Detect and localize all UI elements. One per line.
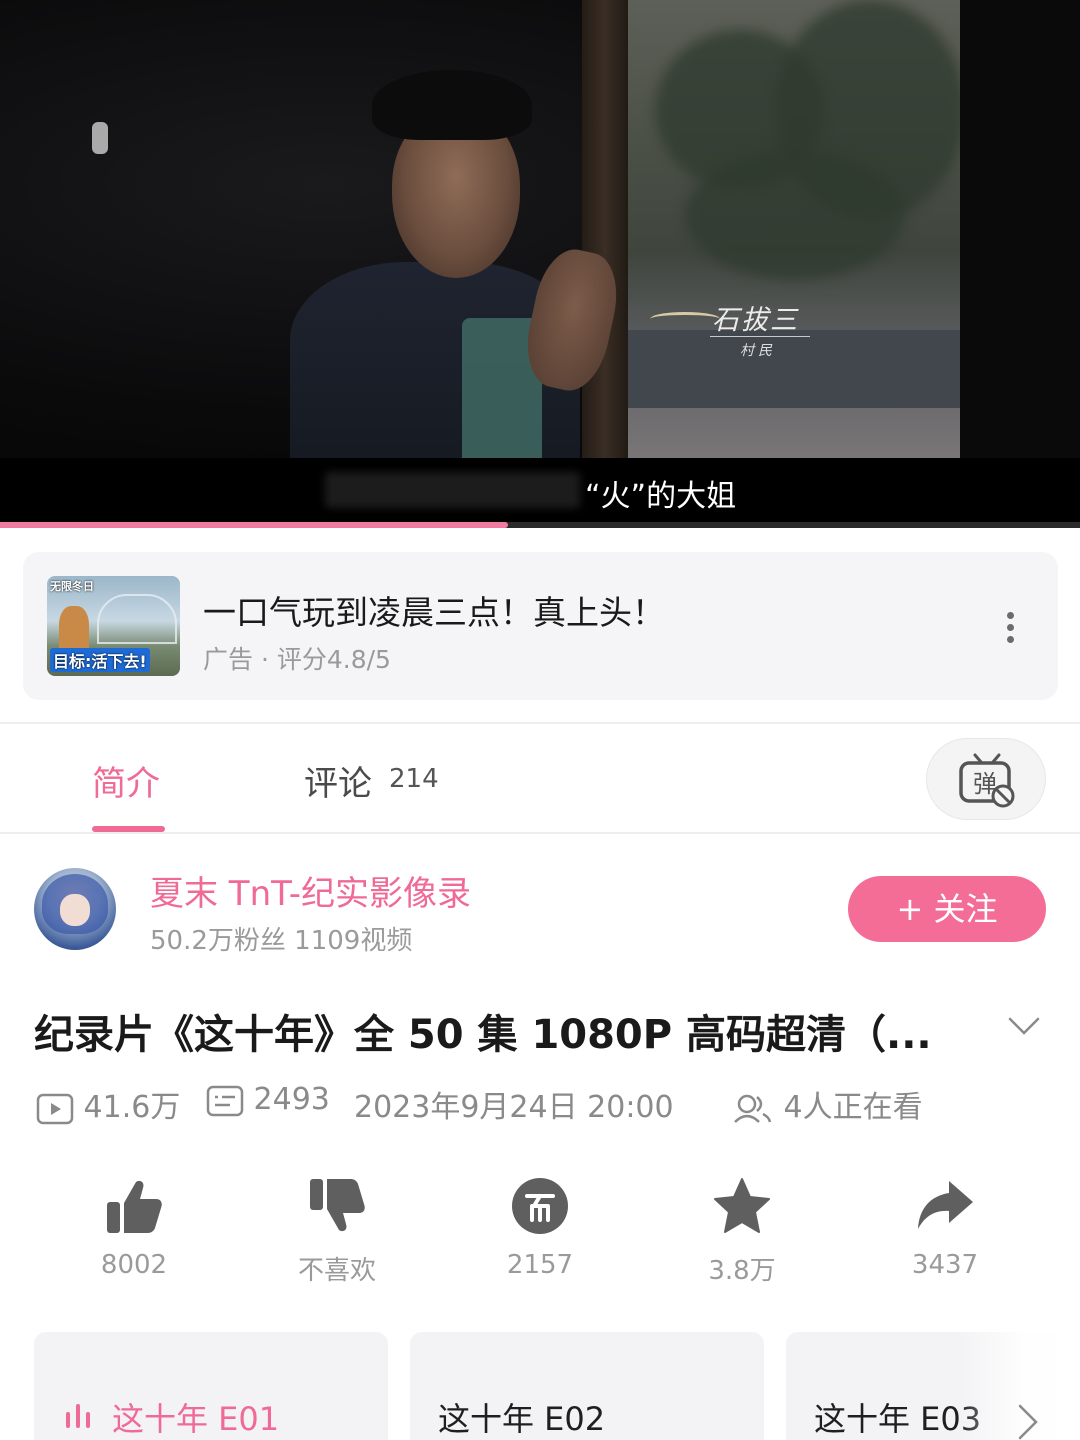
divider: [0, 832, 1080, 834]
coin-count: 2157: [506, 1250, 574, 1280]
favorite-button[interactable]: 3.8万: [672, 1176, 812, 1286]
ad-card[interactable]: 无限冬日 目标:活下去! 一口气玩到凌晨三点！真上头！ 广告 · 评分4.8/5: [23, 552, 1058, 700]
play-count-icon: [36, 1093, 74, 1124]
tab-intro[interactable]: 简介: [92, 756, 160, 805]
video-title: 纪录片《这十年》全 50 集 1080P 高码超清（...: [34, 1012, 932, 1058]
video-player[interactable]: 石拔三 村民 “火”的大姐: [0, 0, 1080, 528]
thumbs-up-icon: [107, 1180, 162, 1233]
views-count: 41.6万: [83, 1090, 181, 1125]
now-playing-icon: [64, 1400, 94, 1430]
dislike-label: 不喜欢: [297, 1256, 376, 1286]
tab-comments[interactable]: 评论: [304, 756, 372, 805]
coin-button[interactable]: 2157: [470, 1176, 610, 1286]
chevron-down-icon[interactable]: [1008, 1016, 1040, 1036]
ad-thumbnail-top-text: 无限冬日: [50, 580, 94, 593]
thumbs-down-icon: [310, 1179, 365, 1232]
subtitle-text: “火”的大姐: [585, 479, 737, 514]
danmaku-count: 2493: [253, 1082, 330, 1117]
scene-roof: [625, 330, 960, 408]
star-icon: [714, 1178, 770, 1233]
more-vertical-icon[interactable]: [997, 608, 1025, 648]
danmaku-count-icon: [206, 1085, 244, 1116]
episode-title: 这十年 E01: [112, 1400, 280, 1438]
person-caption-name: 石拔三: [712, 305, 799, 336]
share-count: 3437: [911, 1250, 979, 1280]
scene-lamp: [92, 122, 108, 154]
video-detail-page: 石拔三 村民 “火”的大姐 无限冬日 目标:活下去! 一口气玩到凌晨三点！真上头…: [0, 0, 1080, 1440]
playback-progress-bar[interactable]: [0, 522, 1080, 528]
share-button[interactable]: 3437: [875, 1176, 1015, 1286]
scene-person-hat: [372, 70, 532, 140]
person-caption-role: 村民: [740, 343, 776, 359]
danmaku-off-icon: 弹: [959, 753, 1015, 808]
avatar[interactable]: [34, 868, 116, 950]
coin-icon: [512, 1178, 568, 1234]
favorite-count: 3.8万: [708, 1256, 776, 1286]
ad-thumbnail[interactable]: 无限冬日 目标:活下去!: [47, 576, 180, 676]
follow-button[interactable]: + 关注: [848, 876, 1046, 942]
share-icon: [918, 1181, 973, 1229]
chevron-right-icon[interactable]: [1016, 1404, 1040, 1440]
scene-door: [582, 0, 628, 458]
episode-card[interactable]: 这十年 E02: [410, 1332, 764, 1440]
ad-thumbnail-bottom-text: 目标:活下去!: [50, 648, 150, 672]
episode-title: 这十年 E03: [814, 1400, 982, 1438]
like-button[interactable]: 8002: [64, 1176, 204, 1286]
episode-card-active[interactable]: 这十年 E01: [34, 1332, 388, 1440]
watching-stat: 4人正在看: [732, 1082, 923, 1126]
subtitle-blurred-text: [325, 472, 580, 508]
uploader-name[interactable]: 夏末 TnT-纪实影像录: [150, 866, 471, 915]
caption-swoosh: [650, 312, 720, 326]
tab-comments-count[interactable]: 214: [389, 764, 439, 794]
playback-progress-fill: [0, 522, 508, 528]
episode-title: 这十年 E02: [438, 1400, 606, 1438]
like-count: 8002: [100, 1250, 168, 1280]
watching-count: 4人正在看: [783, 1090, 923, 1125]
ad-title[interactable]: 一口气玩到凌晨三点！真上头！: [203, 586, 665, 634]
people-icon: [734, 1094, 772, 1123]
ad-subtitle: 广告 · 评分4.8/5: [203, 645, 391, 674]
views-stat: 41.6万: [36, 1082, 180, 1126]
publish-date: 2023年9月24日 20:00: [354, 1090, 674, 1125]
uploader-stats: 50.2万粉丝 1109视频: [150, 926, 413, 956]
video-frame: 石拔三 村民: [0, 0, 1080, 458]
danmaku-stat: 2493: [206, 1082, 330, 1118]
divider: [0, 722, 1080, 724]
dislike-button[interactable]: 不喜欢: [267, 1176, 407, 1286]
danmaku-toggle-button[interactable]: 弹: [926, 738, 1046, 820]
